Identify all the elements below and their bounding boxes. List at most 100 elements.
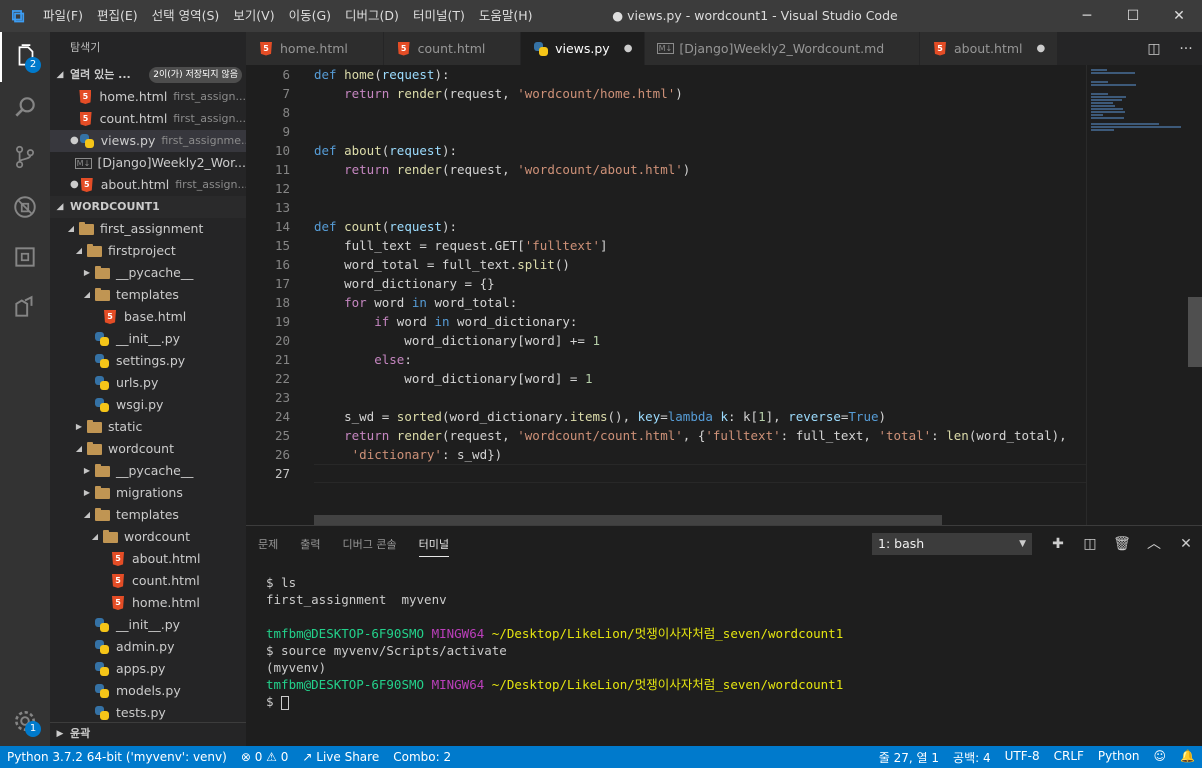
minimap[interactable] (1086, 65, 1202, 525)
tree-item-label: about.html (132, 551, 201, 566)
open-editor-item[interactable]: ● 5 about.html first_assign... (50, 174, 246, 196)
open-editor-item[interactable]: 5 home.html first_assign... (50, 86, 246, 108)
combo-indicator[interactable]: Combo: 2 (386, 750, 458, 764)
tree-folder[interactable]: ◢ wordcount (50, 438, 246, 460)
tree-folder[interactable]: ◢ wordcount (50, 526, 246, 548)
explorer-icon[interactable]: 2 (0, 32, 50, 82)
code-content[interactable]: def home(request): return render(request… (314, 65, 1086, 483)
line-number: 18 (274, 295, 290, 310)
menu-item[interactable]: 선택 영역(S) (145, 0, 227, 32)
encoding[interactable]: UTF-8 (998, 749, 1047, 766)
open-editors-header[interactable]: ◢ 열려 있는 ... 2이(가) 저장되지 않음 (50, 64, 246, 86)
chevron-down-icon: ◢ (75, 444, 83, 453)
tree-file[interactable]: settings.py (50, 350, 246, 372)
folder-icon (94, 265, 110, 281)
live-share-icon[interactable] (0, 282, 50, 332)
trash-icon[interactable]: 🗑 (1106, 533, 1138, 555)
line-number: 23 (274, 390, 290, 405)
minimap-line (1091, 117, 1125, 119)
minimap-line (1091, 126, 1181, 128)
maximize-icon[interactable]: ☐ (1110, 0, 1156, 32)
tree-folder[interactable]: ◢ templates (50, 284, 246, 306)
debug-icon[interactable] (0, 182, 50, 232)
search-icon[interactable] (0, 82, 50, 132)
window-title: ● views.py - wordcount1 - Visual Studio … (612, 8, 898, 23)
code-token: (), (607, 409, 638, 424)
menu-item[interactable]: 디버그(D) (338, 0, 406, 32)
code-token: home (344, 67, 375, 82)
tree-file[interactable]: wsgi.py (50, 394, 246, 416)
more-actions-icon[interactable]: ··· (1170, 41, 1202, 57)
feedback-icon[interactable]: ☺ (1147, 749, 1174, 766)
cursor-position[interactable]: 줄 27, 열 1 (872, 749, 946, 766)
tree-folder[interactable]: ◢ firstproject (50, 240, 246, 262)
tree-file[interactable]: __init__.py (50, 328, 246, 350)
menu-item[interactable]: 편집(E) (90, 0, 145, 32)
code-line: else: (314, 350, 1086, 369)
tree-file[interactable]: 5 base.html (50, 306, 246, 328)
menu-item[interactable]: 파일(F) (36, 0, 90, 32)
workspace-header[interactable]: ◢ WORDCOUNT1 (50, 196, 246, 218)
menu-item[interactable]: 보기(V) (226, 0, 281, 32)
close-panel-icon[interactable]: ✕ (1170, 533, 1202, 555)
markdown-icon: M↓ (656, 43, 675, 54)
open-editor-item[interactable]: 5 count.html first_assign... (50, 108, 246, 130)
tree-file[interactable]: models.py (50, 680, 246, 702)
menu-item[interactable]: 도움말(H) (472, 0, 540, 32)
open-editor-item[interactable]: M↓ [Django]Weekly2_Wor... (50, 152, 246, 174)
indentation[interactable]: 공백: 4 (946, 749, 998, 766)
tree-folder[interactable]: ▶ __pycache__ (50, 460, 246, 482)
new-terminal-icon[interactable]: ✚ (1042, 533, 1074, 555)
tree-folder[interactable]: ▶ __pycache__ (50, 262, 246, 284)
panel-tab[interactable]: 터미널 (418, 532, 449, 557)
panel-tab[interactable]: 문제 (258, 532, 278, 556)
outline-header[interactable]: ▶ 윤곽 (50, 722, 246, 744)
tab-about-html[interactable]: 5 about.html ● (919, 32, 1059, 65)
tree-file[interactable]: tests.py (50, 702, 246, 724)
code-editor[interactable]: 6 7 8 9 10 11 12 13 14 15 16 17 18 19 20 21 22 23 24 25 26 27… (246, 65, 1202, 525)
extensions-icon[interactable] (0, 232, 50, 282)
menu-item[interactable]: 이동(G) (282, 0, 338, 32)
tree-folder[interactable]: ◢ first_assignment (50, 218, 246, 240)
split-editor-icon[interactable]: ◫ (1138, 41, 1170, 57)
tree-folder[interactable]: ◢ templates (50, 504, 246, 526)
menu-bar: 파일(F) 편집(E) 선택 영역(S) 보기(V) 이동(G) 디버그(D) 터미널(T)… (36, 0, 539, 32)
tree-file[interactable]: 5 about.html (50, 548, 246, 570)
open-editor-item[interactable]: ● views.py first_assignme... (50, 130, 246, 152)
tree-file[interactable]: apps.py (50, 658, 246, 680)
tree-file[interactable]: 5 count.html (50, 570, 246, 592)
tree-file[interactable]: admin.py (50, 636, 246, 658)
tab--django-weekly2-wordcount-md[interactable]: M↓[Django]Weekly2_Wordcount.md● (645, 32, 920, 65)
tree-file[interactable]: 5 home.html (50, 592, 246, 614)
settings-gear-icon[interactable]: 1 (0, 696, 50, 746)
panel-tab[interactable]: 출력 (300, 532, 320, 556)
maximize-panel-icon[interactable]: ︿ (1138, 533, 1170, 555)
terminal-select[interactable]: 1: bash ▼ (872, 533, 1032, 555)
problems-indicator[interactable]: ⊗ 0 ⚠ 0 (234, 750, 296, 764)
horizontal-scrollbar[interactable] (314, 515, 942, 525)
tree-file[interactable]: __init__.py (50, 614, 246, 636)
tab-count-html[interactable]: 5count.html● (383, 32, 522, 65)
menu-item[interactable]: 터미널(T) (406, 0, 472, 32)
panel-tab[interactable]: 디버그 콘솔 (343, 532, 397, 556)
line-ending[interactable]: CRLF (1047, 749, 1091, 766)
live-share-button[interactable]: ↗ Live Share (295, 750, 386, 764)
minimize-icon[interactable]: ─ (1064, 0, 1110, 32)
tab-views-py[interactable]: views.py ● (521, 32, 646, 65)
open-editors-label: 열려 있는 ... (70, 68, 131, 81)
notifications-icon[interactable]: 🔔 (1173, 749, 1202, 766)
tree-folder[interactable]: ▶ migrations (50, 482, 246, 504)
language-mode[interactable]: Python (1091, 749, 1147, 766)
split-terminal-icon[interactable]: ◫ (1074, 533, 1106, 555)
tree-file[interactable]: urls.py (50, 372, 246, 394)
html5-icon: 5 (79, 177, 95, 193)
code-token: render (396, 428, 442, 443)
vertical-scrollbar[interactable] (1188, 297, 1202, 367)
tab-home-html[interactable]: 5home.html● (246, 32, 384, 65)
source-control-icon[interactable] (0, 132, 50, 182)
tree-folder[interactable]: ▶ static (50, 416, 246, 438)
close-icon[interactable]: ✕ (1156, 0, 1202, 32)
terminal-output[interactable]: $ ls first_assignment myvenv tmfbm@DESKTOP… (266, 574, 843, 710)
python-interpreter[interactable]: Python 3.7.2 64-bit ('myvenv': venv) (0, 750, 234, 764)
